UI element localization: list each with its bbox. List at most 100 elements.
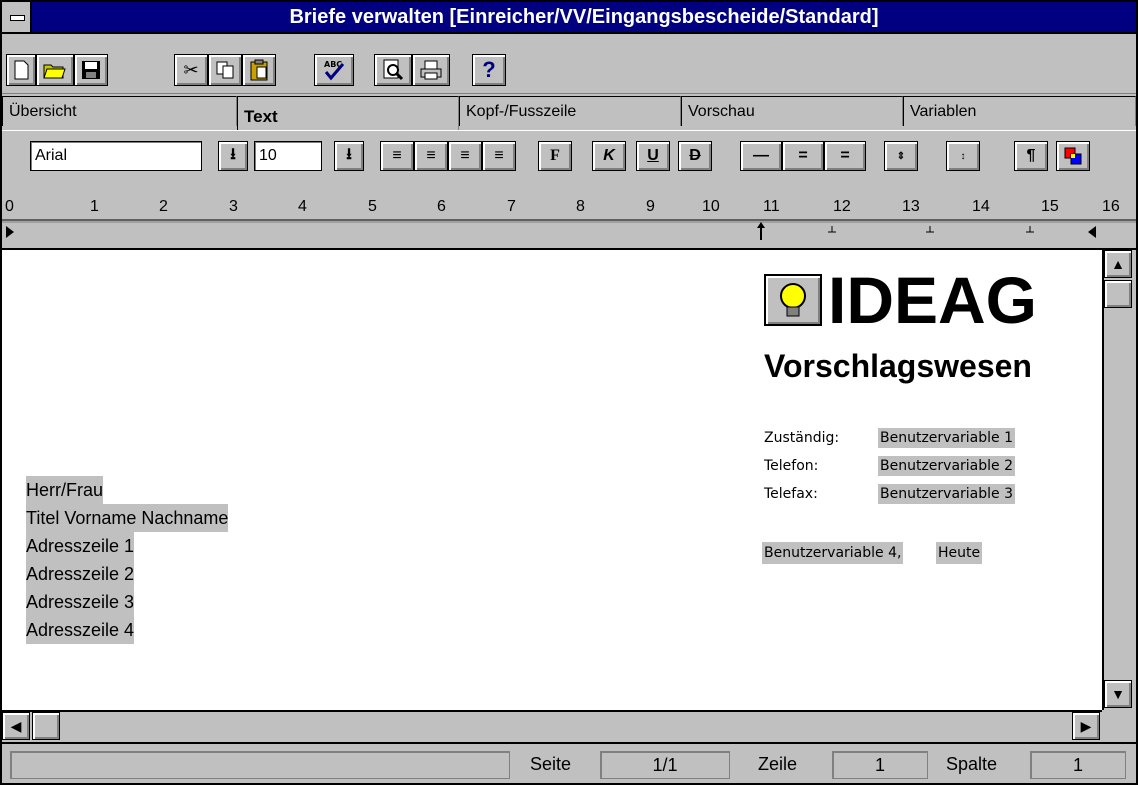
cut-button[interactable]: ✂: [174, 54, 208, 86]
column-label: Spalte: [946, 754, 998, 774]
align-left-icon: ≡: [392, 147, 402, 164]
window-title: Briefe verwalten [Einreicher/VV/Eingangs…: [289, 6, 879, 28]
tab-kopf-fusszeile[interactable]: Kopf-/Fusszeile: [459, 96, 681, 126]
vertical-scrollbar[interactable]: ▲ ▼: [1102, 250, 1134, 710]
printer-icon: [420, 60, 442, 80]
scroll-left-button[interactable]: ◀: [2, 712, 30, 740]
tab-stops-button[interactable]: ↕: [946, 141, 980, 171]
strikethrough-button[interactable]: D: [678, 141, 712, 171]
tab-text[interactable]: Text: [237, 96, 459, 130]
print-button[interactable]: [412, 54, 450, 86]
info-label: Telefax:: [764, 486, 818, 502]
lightbulb-icon: [764, 274, 822, 326]
window: Briefe verwalten [Einreicher/VV/Eingangs…: [0, 0, 1138, 785]
line-spacing-single-button[interactable]: —: [740, 141, 782, 171]
arrow-right-icon: ▶: [1080, 717, 1092, 734]
system-menu-button[interactable]: [2, 2, 32, 32]
column-value: 1: [1030, 751, 1126, 779]
date-variable[interactable]: Benutzervariable 4,: [762, 542, 904, 564]
color-palette-icon: [1064, 147, 1082, 165]
line-single-icon: —: [753, 147, 769, 164]
vertical-scroll-thumb[interactable]: [1104, 280, 1132, 308]
spacing-icon: ⇕: [896, 150, 906, 162]
main-toolbar: ✂ ABC ?: [2, 34, 1136, 94]
line-spacing-double-button[interactable]: =: [824, 141, 866, 171]
align-right-icon: ≡: [460, 147, 470, 164]
info-label: Telefon:: [764, 458, 819, 474]
align-right-button[interactable]: ≡: [448, 141, 482, 171]
paragraph-spacing-button[interactable]: ⇕: [884, 141, 918, 171]
new-document-button[interactable]: [6, 54, 36, 86]
scissors-icon: ✂: [183, 59, 199, 80]
format-bar: Arial ⭳ 10 ⭳ ≡ ≡ ≡ ≡ F K U D — = = ⇕ ↕ ¶: [2, 130, 1136, 188]
ruler-label: 2: [159, 198, 168, 215]
info-value[interactable]: Benutzervariable 3: [878, 484, 1016, 504]
ruler-label: 5: [368, 198, 377, 215]
pilcrow-icon: ¶: [1026, 147, 1036, 164]
ruler-label: 15: [1041, 198, 1059, 215]
scroll-down-button[interactable]: ▼: [1104, 680, 1132, 708]
title-bar: Briefe verwalten [Einreicher/VV/Eingangs…: [2, 2, 1136, 34]
ruler-label: 7: [507, 198, 516, 215]
underline-button[interactable]: U: [636, 141, 670, 171]
help-button[interactable]: ?: [472, 54, 506, 86]
ruler[interactable]: 0 1 2 3 4 5 6 7 8 9 10 11 12 13 14 15 16: [2, 192, 1136, 250]
align-center-icon: ≡: [426, 147, 436, 164]
justify-button[interactable]: ≡: [482, 141, 516, 171]
tab-uebersicht[interactable]: Übersicht: [2, 96, 237, 126]
font-name-field[interactable]: Arial: [30, 141, 202, 171]
ruler-label: 1: [90, 198, 99, 215]
ruler-label: 3: [229, 198, 238, 215]
ruler-label: 6: [437, 198, 446, 215]
italic-button[interactable]: K: [592, 141, 626, 171]
address-line[interactable]: Adresszeile 3: [26, 588, 135, 616]
address-line[interactable]: Titel Vorname Nachname: [26, 504, 229, 532]
line-value: 1: [832, 751, 928, 779]
status-bar: Seite 1/1 Zeile 1 Spalte 1: [2, 742, 1136, 783]
strikethrough-icon: D: [689, 147, 701, 164]
copy-button[interactable]: [208, 54, 242, 86]
tab-variablen[interactable]: Variablen: [903, 96, 1136, 126]
horizontal-scrollbar[interactable]: ◀ ▶: [2, 710, 1102, 742]
company-subtitle: Vorschlagswesen: [764, 348, 1032, 384]
save-button[interactable]: [74, 54, 108, 86]
horizontal-scroll-thumb[interactable]: [32, 712, 60, 740]
tab-vorschau[interactable]: Vorschau: [681, 96, 903, 126]
open-button[interactable]: [36, 54, 74, 86]
show-paragraph-marks-button[interactable]: ¶: [1014, 141, 1048, 171]
address-line[interactable]: Adresszeile 2: [26, 560, 135, 588]
print-preview-button[interactable]: [374, 54, 412, 86]
color-button[interactable]: [1056, 141, 1090, 171]
align-left-button[interactable]: ≡: [380, 141, 414, 171]
scroll-up-button[interactable]: ▲: [1104, 250, 1132, 278]
font-dropdown-button[interactable]: ⭳: [218, 141, 248, 171]
ruler-label: 8: [576, 198, 585, 215]
scroll-right-button[interactable]: ▶: [1072, 712, 1100, 740]
arrow-down-icon: ⭳: [346, 145, 352, 163]
ruler-label: 0: [5, 198, 14, 215]
font-size-field[interactable]: 10: [254, 141, 322, 171]
arrow-left-icon: ◀: [10, 717, 22, 734]
address-line[interactable]: Adresszeile 4: [26, 616, 135, 644]
arrow-up-icon: ▲: [1111, 256, 1125, 272]
clipboard-icon: [250, 59, 268, 81]
address-line[interactable]: Adresszeile 1: [26, 532, 135, 560]
info-value[interactable]: Benutzervariable 2: [878, 456, 1016, 476]
document-area[interactable]: IDEAG Vorschlagswesen Zuständig: Benutze…: [2, 250, 1102, 710]
info-label: Zuständig:: [764, 430, 840, 446]
ruler-label: 10: [702, 198, 720, 215]
bold-button[interactable]: F: [538, 141, 572, 171]
spellcheck-button[interactable]: ABC: [314, 54, 354, 86]
ruler-label: 4: [298, 198, 307, 215]
bold-icon: F: [550, 147, 560, 164]
ruler-label: 12: [833, 198, 851, 215]
address-line[interactable]: Herr/Frau: [26, 476, 104, 504]
info-value[interactable]: Benutzervariable 1: [878, 428, 1016, 448]
date-today[interactable]: Heute: [936, 542, 983, 564]
align-center-button[interactable]: ≡: [414, 141, 448, 171]
question-mark-icon: ?: [482, 57, 496, 82]
line-spacing-onehalf-button[interactable]: =: [782, 141, 824, 171]
size-dropdown-button[interactable]: ⭳: [334, 141, 364, 171]
ruler-label: 16: [1102, 198, 1120, 215]
paste-button[interactable]: [242, 54, 276, 86]
